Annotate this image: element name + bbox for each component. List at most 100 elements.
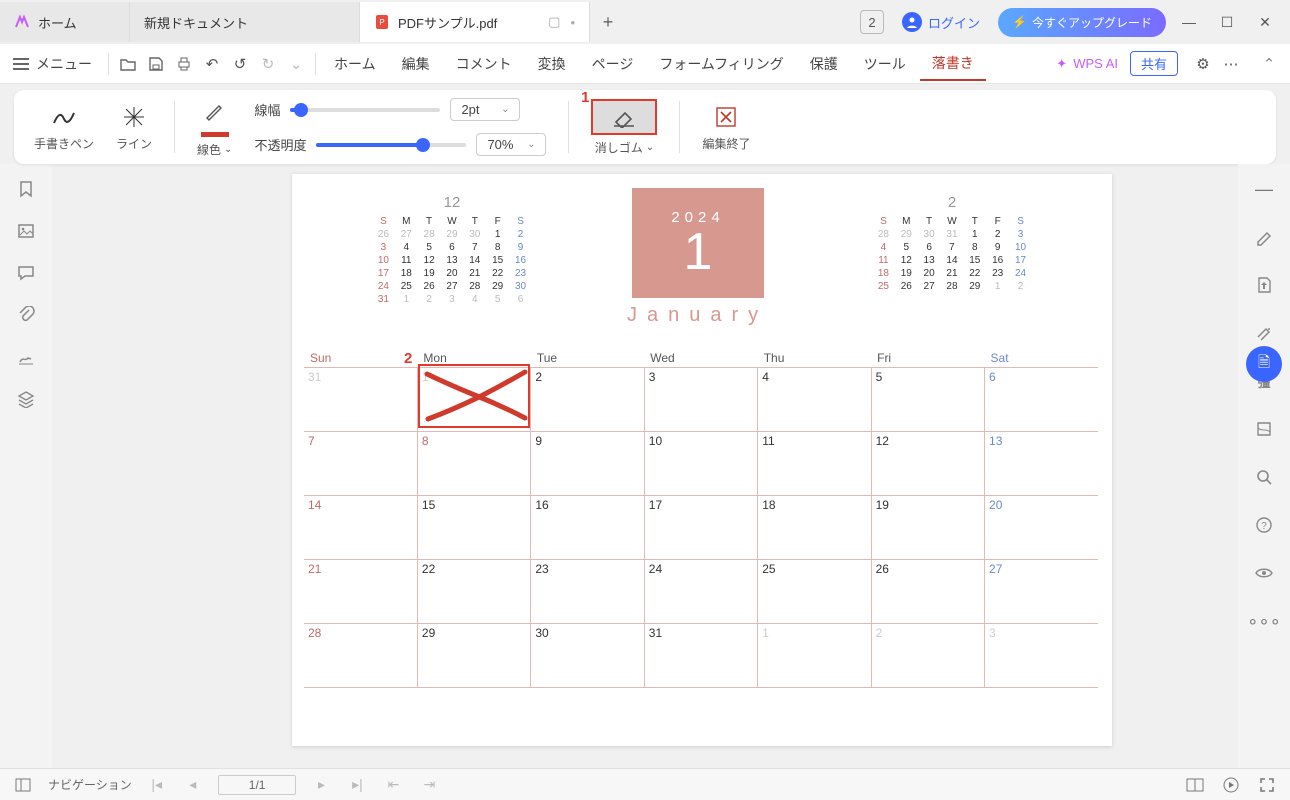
save-icon[interactable] <box>143 51 169 77</box>
prev-page-icon[interactable]: ◂ <box>182 774 204 796</box>
chevron-down-icon: ⌄ <box>224 144 232 155</box>
new-tab-button[interactable]: + <box>590 12 626 33</box>
login-button[interactable]: ログイン <box>892 8 990 36</box>
document-canvas[interactable]: 12 SMTWTFS 262728293012 3456789 10111213… <box>52 164 1238 768</box>
notice-count[interactable]: 2 <box>860 10 884 34</box>
tab-home[interactable]: ホーム <box>0 2 130 42</box>
line-color-label: 線色 <box>197 141 221 158</box>
app-logo-icon <box>14 14 30 30</box>
chevron-down-icon: ⌄ <box>501 104 509 115</box>
opacity-slider[interactable] <box>316 143 466 147</box>
open-folder-icon[interactable] <box>115 51 141 77</box>
freehand-pen-tool[interactable]: 手書きペン <box>34 103 94 152</box>
more-menu-icon[interactable]: ⋯ <box>1218 51 1244 77</box>
scribble-x-mark <box>422 366 532 426</box>
reading-mode-icon[interactable] <box>1184 774 1206 796</box>
sign-icon[interactable] <box>1253 322 1275 344</box>
left-sidebar <box>0 164 52 768</box>
grid-header: Thu <box>758 349 871 368</box>
forward-nav-icon[interactable]: ⇥ <box>418 774 440 796</box>
eraser-button[interactable] <box>591 99 657 135</box>
right-sidebar: 🗎 — 彊 ? ∘∘∘ <box>1238 164 1290 768</box>
wps-ai-button[interactable]: ✦ WPS AI <box>1056 56 1118 72</box>
line-tool[interactable]: ライン <box>116 103 152 152</box>
mini-calendar-next: 2 SMTWTFS 28293031123 45678910 111213141… <box>872 194 1032 293</box>
sparkle-icon: ✦ <box>1056 56 1067 72</box>
nav-label[interactable]: ナビゲーション <box>48 776 132 793</box>
pen-icon <box>50 103 78 131</box>
window-maximize[interactable]: ☐ <box>1212 7 1242 37</box>
svg-text:P: P <box>379 18 384 27</box>
tab-pdf-file[interactable]: P PDFサンプル.pdf ▢ • <box>360 2 590 42</box>
line-width-slider[interactable] <box>290 108 440 112</box>
translate-badge-icon[interactable]: 🗎 <box>1246 346 1282 382</box>
mtab-protect[interactable]: 保護 <box>798 48 850 80</box>
window-close[interactable]: ✕ <box>1250 7 1280 37</box>
scribble-toolbar: 手書きペン ライン 線色⌄ 線幅 2pt⌄ 不透明度 70%⌄ 1 消しゴム⌄ … <box>14 90 1276 164</box>
settings-icon[interactable]: ⚙ <box>1190 51 1216 77</box>
next-page-icon[interactable]: ▸ <box>310 774 332 796</box>
help-icon[interactable]: ? <box>1253 514 1275 536</box>
export-icon[interactable] <box>1253 274 1275 296</box>
annotation-mark-2: 2 <box>404 350 412 367</box>
month-number: 1 <box>684 226 713 278</box>
upgrade-button[interactable]: ⚡ 今すぐアップグレード <box>998 8 1166 37</box>
page-indicator[interactable]: 1/1 <box>218 775 297 795</box>
grid-header: Fri <box>871 349 984 368</box>
mtab-page[interactable]: ページ <box>580 48 646 80</box>
window-minimize[interactable]: — <box>1174 7 1204 37</box>
redo-icon[interactable]: ↻ <box>255 51 281 77</box>
fullscreen-icon[interactable] <box>1256 774 1278 796</box>
line-tool-label: ライン <box>116 135 152 152</box>
share-button[interactable]: 共有 <box>1130 51 1178 76</box>
mtab-edit[interactable]: 編集 <box>390 48 442 80</box>
mtab-home[interactable]: ホーム <box>322 48 388 80</box>
last-page-icon[interactable]: ▸| <box>346 774 368 796</box>
tab-dirty-icon: • <box>570 15 575 30</box>
pencil-icon <box>204 97 226 125</box>
tab-new-doc[interactable]: 新規ドキュメント <box>130 2 360 42</box>
layers-icon[interactable] <box>15 388 37 410</box>
tab-window-icon[interactable]: ▢ <box>548 14 560 30</box>
print-icon[interactable] <box>171 51 197 77</box>
menu-label[interactable]: メニュー <box>36 54 92 74</box>
exit-edit-tool[interactable]: 編集終了 <box>702 103 750 152</box>
nav-panel-icon[interactable] <box>12 774 34 796</box>
line-color-tool[interactable]: 線色⌄ <box>197 97 232 158</box>
color-swatch <box>201 132 229 137</box>
chevron-down-icon: ⌄ <box>527 139 535 150</box>
more-icon[interactable]: ∘∘∘ <box>1253 610 1275 632</box>
eye-icon[interactable] <box>1253 562 1275 584</box>
minimize-panel-icon[interactable]: — <box>1253 178 1275 200</box>
back-nav-icon[interactable]: ⇤ <box>382 774 404 796</box>
more-dropdown-icon[interactable]: ⌄ <box>283 51 309 77</box>
bookmark-icon[interactable] <box>15 178 37 200</box>
mtab-comment[interactable]: コメント <box>444 48 524 80</box>
line-width-label: 線幅 <box>254 100 280 119</box>
play-icon[interactable] <box>1220 774 1242 796</box>
mtab-convert[interactable]: 変換 <box>526 48 578 80</box>
search-icon[interactable] <box>1253 466 1275 488</box>
signature-icon[interactable] <box>15 346 37 368</box>
edit-icon[interactable] <box>1253 226 1275 248</box>
attachment-icon[interactable] <box>15 304 37 326</box>
collapse-ribbon-icon[interactable]: ⌃ <box>1256 51 1282 77</box>
svg-text:?: ? <box>1261 521 1267 532</box>
eraser-tool[interactable]: 1 消しゴム⌄ <box>591 99 657 156</box>
line-width-select[interactable]: 2pt⌄ <box>450 98 520 121</box>
mtab-form[interactable]: フォームフィリング <box>647 48 795 80</box>
opacity-select[interactable]: 70%⌄ <box>476 133 546 156</box>
mtab-scribble[interactable]: 落書き <box>920 47 986 81</box>
grid-header: Sat <box>985 349 1098 368</box>
mtab-tool[interactable]: ツール <box>852 48 918 80</box>
comment-icon[interactable] <box>15 262 37 284</box>
crop-icon[interactable] <box>1253 418 1275 440</box>
first-page-icon[interactable]: |◂ <box>146 774 168 796</box>
line-icon <box>122 103 146 131</box>
undo2-icon[interactable]: ↺ <box>227 51 253 77</box>
image-icon[interactable] <box>15 220 37 242</box>
undo-icon[interactable]: ↶ <box>199 51 225 77</box>
hamburger-icon[interactable] <box>8 51 34 77</box>
tab-pdf-label: PDFサンプル.pdf <box>398 13 497 32</box>
freehand-pen-label: 手書きペン <box>34 135 94 152</box>
